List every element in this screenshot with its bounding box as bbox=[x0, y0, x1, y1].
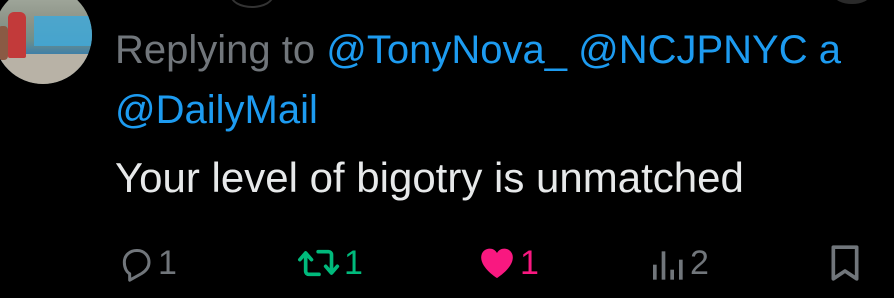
retweet-button[interactable]: 1 bbox=[296, 238, 363, 288]
mention-link-tonynova[interactable]: @TonyNova_ bbox=[326, 28, 567, 72]
avatar[interactable] bbox=[0, 0, 92, 84]
views-button[interactable]: 2 bbox=[648, 238, 709, 288]
reply-button[interactable]: 1 bbox=[116, 238, 177, 288]
heart-icon bbox=[476, 243, 518, 283]
replying-to-line: Replying to @TonyNova_ @NCJPNYC a bbox=[115, 26, 841, 74]
bookmark-icon bbox=[826, 243, 864, 283]
mention-connector: a bbox=[807, 28, 841, 72]
like-button[interactable]: 1 bbox=[476, 238, 539, 288]
mention-link-ncjpnyc[interactable]: @NCJPNYC bbox=[578, 28, 808, 72]
tweet-text: Your level of bigotry is unmatched bbox=[115, 154, 744, 201]
reply-count: 1 bbox=[158, 244, 177, 282]
replying-to-label: Replying to bbox=[115, 28, 327, 72]
like-count: 1 bbox=[520, 244, 539, 282]
top-cropped-element bbox=[230, 0, 274, 8]
views-count: 2 bbox=[690, 244, 709, 282]
retweet-icon bbox=[296, 243, 342, 283]
views-icon bbox=[648, 243, 688, 283]
tweet-reply-card: Replying to @TonyNova_ @NCJPNYC a @Daily… bbox=[0, 0, 894, 298]
mention-link-dailymail[interactable]: @DailyMail bbox=[115, 88, 318, 132]
action-bar: 1 1 1 2 bbox=[0, 238, 894, 288]
top-cropped-menu-icon[interactable] bbox=[834, 0, 870, 4]
reply-icon bbox=[116, 243, 156, 283]
replying-to-line-2: @DailyMail bbox=[115, 86, 318, 134]
bookmark-button[interactable] bbox=[826, 238, 864, 288]
retweet-count: 1 bbox=[344, 244, 363, 282]
